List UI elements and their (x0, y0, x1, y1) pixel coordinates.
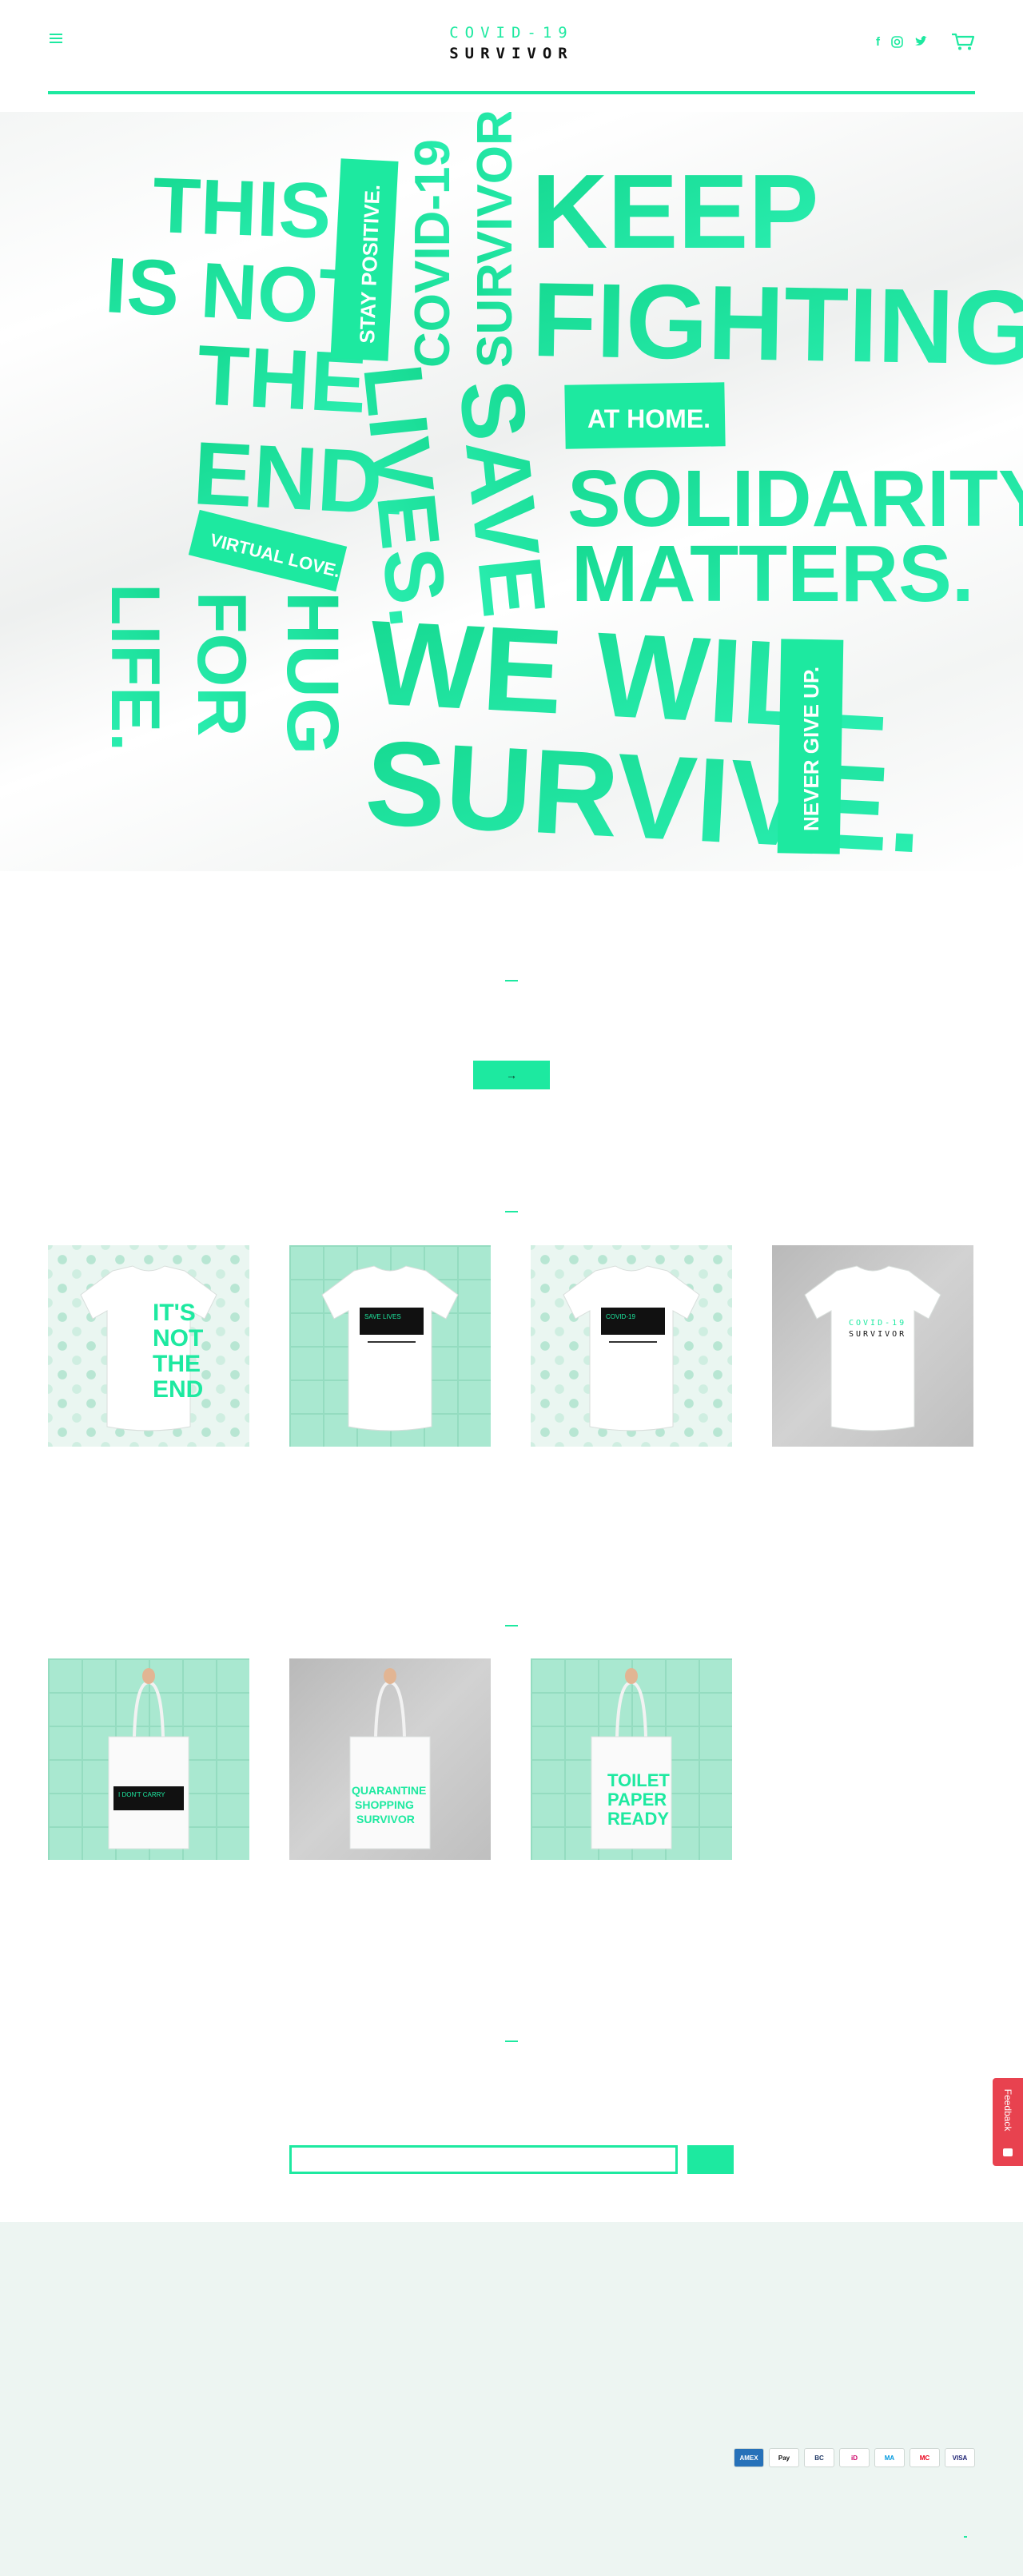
tote-bag-image: QUARANTINE SHOPPING SURVIVOR (349, 1668, 431, 1849)
feedback-tab[interactable]: Feedback (993, 2078, 1023, 2166)
product-card[interactable]: TOILET PAPER READY (531, 1658, 732, 1860)
hero-typography: THIS IS NOT THE END. STAY POSITIVE. COVI… (97, 112, 1023, 871)
tote-print-line: READY (607, 1809, 669, 1829)
product-card[interactable]: QUARANTINE SHOPPING SURVIVOR (289, 1658, 491, 1860)
tshirt-image: SAVE LIVES (321, 1265, 459, 1431)
facebook-icon[interactable]: f (876, 35, 880, 49)
section-divider (505, 1211, 518, 1212)
tshirt-image: COVID-19 (563, 1265, 700, 1431)
tote-print-line: I DON'T CARRY (118, 1791, 165, 1798)
logo-line-2: SURVIVOR (449, 45, 574, 62)
newsletter-email-input[interactable] (289, 2145, 678, 2174)
shirt-print-line: COVID-19 (606, 1313, 635, 1320)
product-card[interactable]: COVID-19 SURVIVOR (772, 1245, 973, 1447)
cart-icon[interactable] (951, 32, 975, 51)
arrow-right-icon: → (506, 1069, 517, 1081)
hero-word-covid19: COVID-19 (405, 139, 460, 368)
product-card[interactable]: SAVE LIVES (289, 1245, 491, 1447)
hero-word-this: THIS (151, 161, 332, 255)
shirt-print-line: COVID-19 (849, 1319, 906, 1328)
shirt-print-line: IT'S (153, 1300, 196, 1326)
visa-icon: VISA (945, 2448, 975, 2467)
product-card[interactable]: IT'S NOT THE END (48, 1245, 249, 1447)
hero-word-is-not: IS NOT (103, 241, 368, 342)
apple-pay-icon: Pay (769, 2448, 799, 2467)
tshirt-image: COVID-19 SURVIVOR (804, 1265, 941, 1431)
twitter-icon[interactable] (914, 36, 927, 47)
shirt-print-line: NOT (153, 1325, 203, 1352)
product-card[interactable]: COVID-19 (531, 1245, 732, 1447)
mastercard-icon: MC (910, 2448, 940, 2467)
amex-icon: AMEX (734, 2448, 764, 2467)
hero-word-matters: MATTERS. (571, 529, 974, 619)
chat-icon (1003, 2148, 1013, 2156)
tshirt-grid: IT'S NOT THE END SAVE LIVES COVID-19 COV… (48, 1245, 975, 1447)
logo-line-1: COVID-19 (449, 24, 574, 42)
hero-word-survivor: SURVIVOR. (468, 112, 523, 368)
tote-bag-image: TOILET PAPER READY (591, 1668, 672, 1849)
ideal-icon: iD (839, 2448, 870, 2467)
site-logo[interactable]: COVID-19 SURVIVOR (48, 24, 975, 62)
hero-word-fighting: FIGHTING. (531, 261, 1023, 388)
section-divider (505, 1625, 518, 1626)
tote-print-line: SURVIVOR (356, 1813, 415, 1825)
hero-banner: THIS IS NOT THE END. STAY POSITIVE. COVI… (0, 112, 1023, 871)
hero-word-at-home: AT HOME. (587, 404, 711, 433)
shirt-print-line: THE (153, 1351, 201, 1377)
tote-print-line: PAPER (607, 1790, 667, 1810)
tote-bag-image: I DON'T CARRY (108, 1668, 189, 1849)
shirt-print-line: END (153, 1376, 203, 1403)
tote-print-line: QUARANTINE (352, 1784, 426, 1797)
tote-print-line: TOILET (607, 1770, 670, 1790)
footer-divider (964, 2536, 967, 2538)
product-card[interactable]: I DON'T CARRY (48, 1658, 249, 1860)
maestro-icon: MA (874, 2448, 905, 2467)
instagram-icon[interactable] (891, 35, 903, 48)
tote-grid: I DON'T CARRY QUARANTINE SHOPPING SURVIV… (48, 1658, 975, 1860)
site-footer: AMEX Pay BC iD MA MC VISA (0, 2222, 1023, 2576)
social-links: f (876, 32, 975, 51)
shirt-print-line: SAVE LIVES (364, 1313, 401, 1320)
tote-print-line: SHOPPING (355, 1798, 414, 1811)
section-divider (505, 980, 518, 981)
newsletter-submit-button[interactable] (687, 2145, 734, 2174)
hero-word-never-give-up: NEVER GIVE UP. (799, 667, 823, 831)
bancontact-icon: BC (804, 2448, 834, 2467)
shirt-print-line: SURVIVOR (849, 1330, 906, 1339)
site-header: COVID-19 SURVIVOR f (48, 0, 975, 94)
payment-icons: AMEX Pay BC iD MA MC VISA (734, 2448, 975, 2467)
hero-word-for: FOR (183, 591, 260, 737)
hero-word-hug: HUG (272, 591, 353, 754)
shop-arrow-button[interactable]: → (473, 1061, 550, 1089)
hero-word-life: LIFE. (97, 583, 173, 751)
feedback-label: Feedback (1002, 2088, 1013, 2132)
tshirt-image: IT'S NOT THE END (80, 1265, 217, 1431)
hero-word-keep: KEEP (531, 153, 818, 270)
section-divider (505, 2040, 518, 2042)
